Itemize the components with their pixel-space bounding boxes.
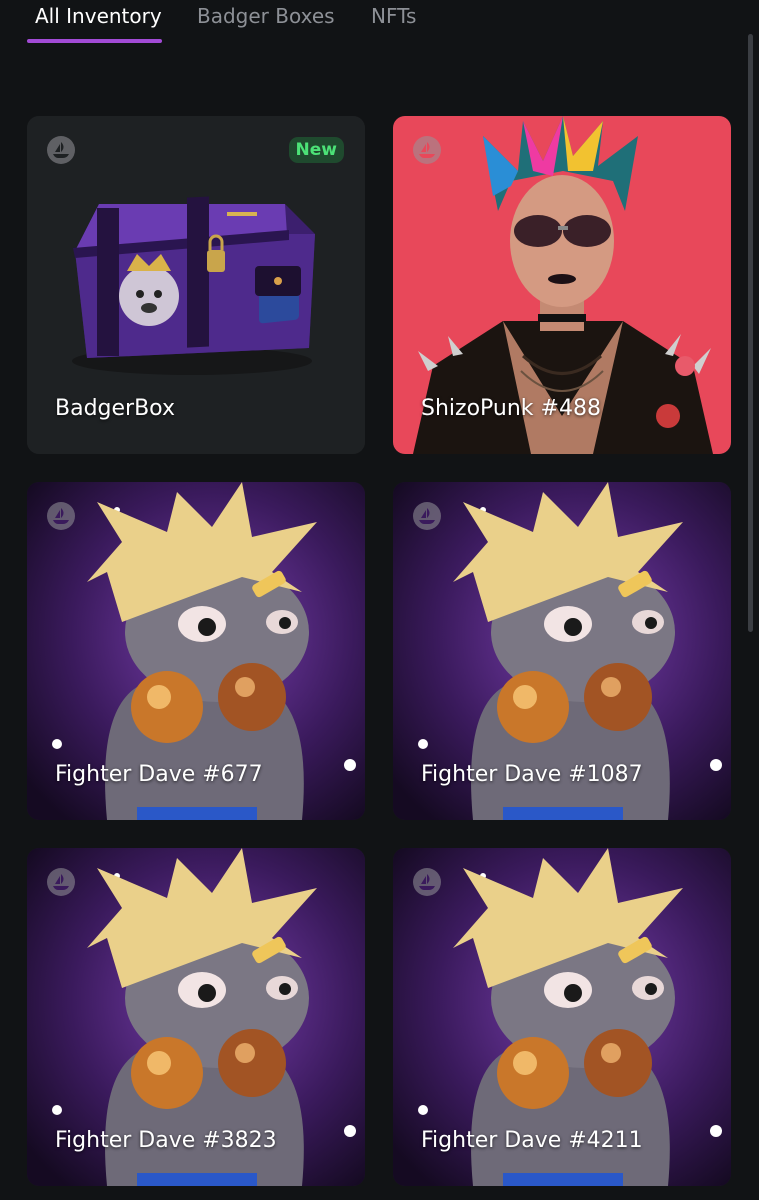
tab-all-inventory[interactable]: All Inventory xyxy=(35,4,162,28)
item-name: Fighter Dave #3823 xyxy=(55,1128,277,1153)
item-name: BadgerBox xyxy=(55,396,175,421)
item-name: ShizoPunk #488 xyxy=(421,396,601,421)
inventory-page: All Inventory Badger Boxes NFTs New Badg… xyxy=(0,0,759,1200)
opensea-sailboat-icon xyxy=(413,136,441,164)
opensea-sailboat-icon xyxy=(47,868,75,896)
inventory-tabs: All Inventory Badger Boxes NFTs xyxy=(0,0,740,48)
inventory-card-fighter-dave-3823[interactable]: Fighter Dave #3823 xyxy=(27,848,365,1186)
inventory-card-shizopunk[interactable]: ShizoPunk #488 xyxy=(393,116,731,454)
inventory-card-badgerbox[interactable]: New BadgerBox xyxy=(27,116,365,454)
tab-badger-boxes[interactable]: Badger Boxes xyxy=(197,4,335,28)
scrollbar-thumb[interactable] xyxy=(748,34,753,632)
item-name: Fighter Dave #1087 xyxy=(421,762,643,787)
opensea-sailboat-icon xyxy=(47,502,75,530)
opensea-sailboat-icon xyxy=(413,502,441,530)
item-name: Fighter Dave #677 xyxy=(55,762,263,787)
scrollbar[interactable] xyxy=(748,34,753,1200)
inventory-card-fighter-dave-1087[interactable]: Fighter Dave #1087 xyxy=(393,482,731,820)
opensea-sailboat-icon xyxy=(413,868,441,896)
item-name: Fighter Dave #4211 xyxy=(421,1128,643,1153)
new-badge: New xyxy=(288,137,344,163)
inventory-card-fighter-dave-677[interactable]: Fighter Dave #677 xyxy=(27,482,365,820)
opensea-sailboat-icon xyxy=(47,136,75,164)
inventory-card-fighter-dave-4211[interactable]: Fighter Dave #4211 xyxy=(393,848,731,1186)
active-tab-indicator xyxy=(27,39,162,43)
tab-nfts[interactable]: NFTs xyxy=(371,4,416,28)
